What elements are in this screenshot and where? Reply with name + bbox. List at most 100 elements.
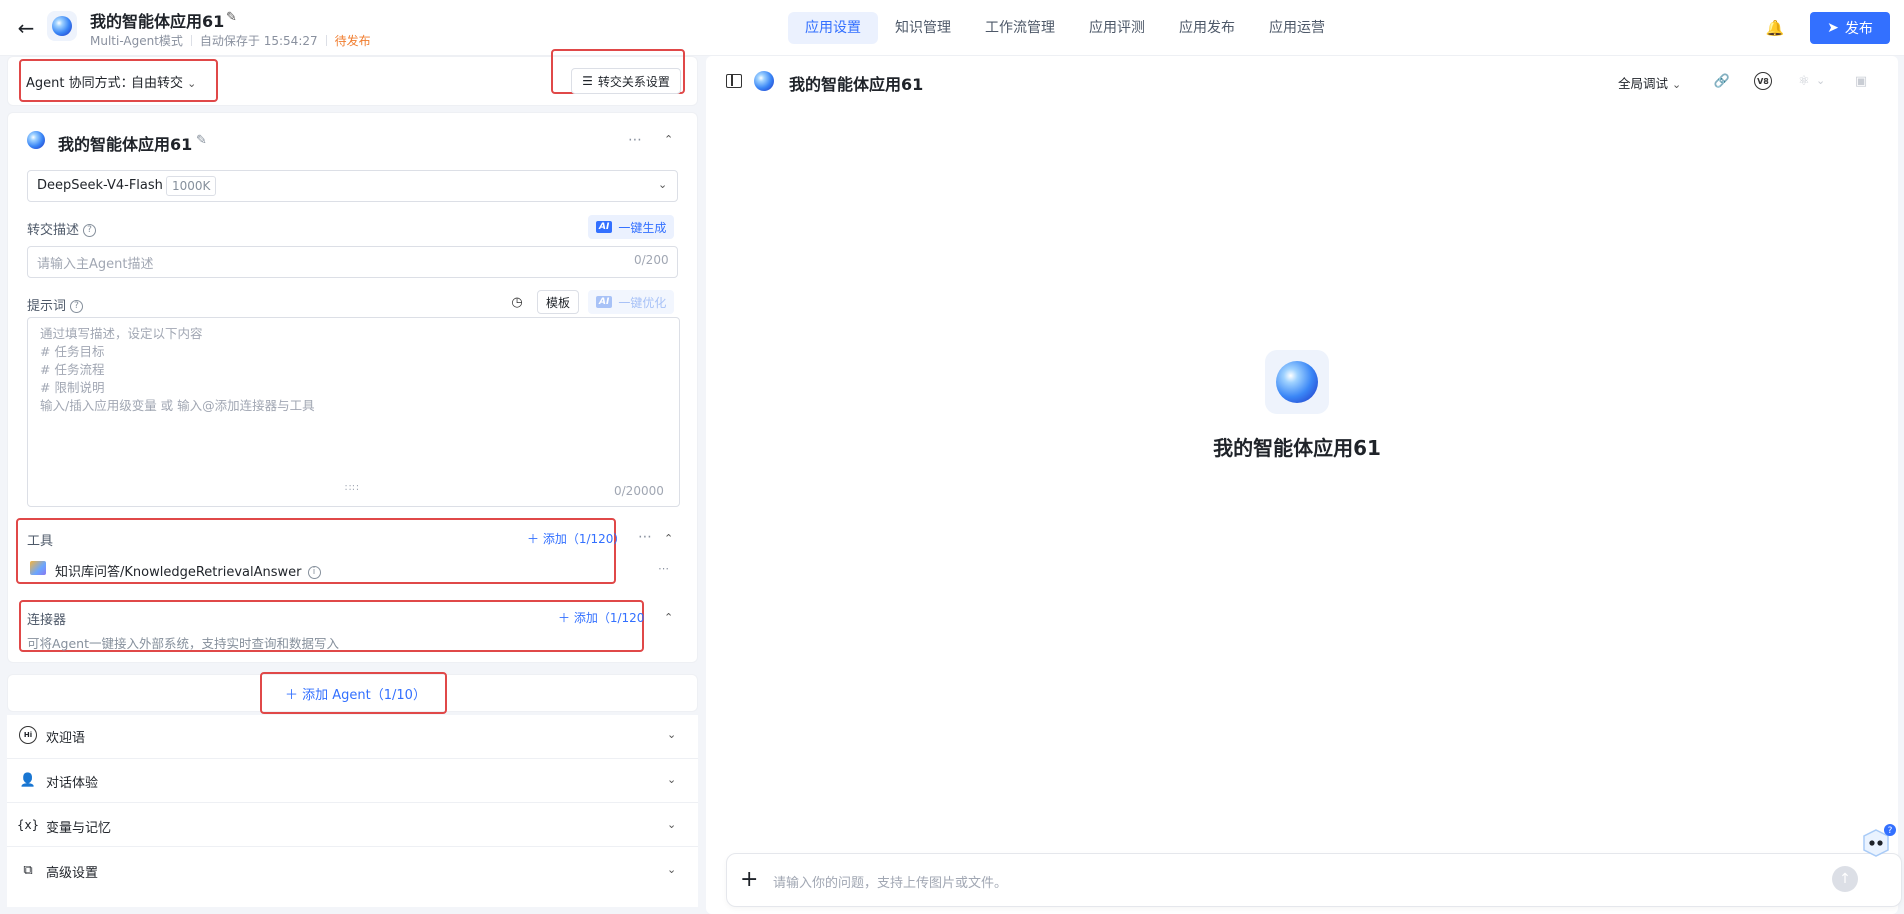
agent-avatar: [27, 131, 47, 151]
template-button[interactable]: 模板: [537, 290, 579, 314]
tab-evaluation[interactable]: 应用评测: [1072, 12, 1162, 44]
send-icon: ➤: [1827, 20, 1839, 36]
tab-app-settings[interactable]: 应用设置: [788, 12, 878, 44]
transfer-settings-label: 转交关系设置: [597, 74, 670, 89]
accordion-chat-experience[interactable]: [7, 759, 698, 803]
debug-mode-label: 全局调试: [1618, 76, 1669, 91]
tool-item-label: 知识库问答/KnowledgeRetrievalAnswer: [55, 565, 302, 580]
agent-name: 我的智能体应用61: [58, 135, 193, 154]
add-tool-label: 添加（1/120）: [542, 532, 626, 546]
app-logo: [47, 11, 77, 41]
svg-text:?: ?: [1888, 826, 1893, 836]
help-icon[interactable]: ?: [70, 300, 84, 313]
chevron-up-icon[interactable]: ⌃: [664, 532, 673, 545]
handoff-label-text: 转交描述: [27, 223, 80, 238]
assistant-bot-icon[interactable]: ?: [1858, 822, 1898, 862]
info-icon[interactable]: i: [307, 566, 321, 579]
handoff-count: 0/200: [634, 253, 669, 267]
add-connector-button[interactable]: ＋ 添加（1/120: [558, 609, 644, 626]
chevron-down-icon: ⌄: [667, 773, 677, 786]
autosave-label: 自动保存于 15:54:27: [199, 34, 318, 48]
accordion-label: 变量与记忆: [46, 821, 112, 836]
publish-button[interactable]: ➤ 发布: [1810, 12, 1890, 44]
prompt-label-text: 提示词: [27, 299, 67, 314]
collab-label: Agent 协同方式：: [26, 76, 134, 91]
chevron-down-icon: ⌄: [667, 728, 677, 741]
connector-description: 可将Agent一键接入外部系统，支持实时查询和数据写入: [27, 636, 340, 651]
history-icon[interactable]: ◷: [508, 293, 526, 311]
accordion-label: 欢迎语: [46, 731, 86, 746]
more-icon[interactable]: ⋯: [638, 529, 653, 545]
send-arrow-icon[interactable]: ↑: [1832, 866, 1858, 892]
center-title: 我的智能体应用61: [1213, 436, 1381, 460]
clean-icon[interactable]: ⚛: [1795, 72, 1813, 90]
collab-mode-value: 自由转交: [131, 76, 184, 91]
add-agent-button[interactable]: ＋ 添加 Agent（1/10）: [285, 684, 426, 703]
knowledge-tool-icon: [30, 561, 46, 575]
link-icon[interactable]: 🔗: [1713, 72, 1731, 90]
back-arrow-icon[interactable]: ←: [14, 16, 38, 40]
add-tool-button[interactable]: ＋ 添加（1/120）: [527, 530, 625, 547]
chevron-up-icon[interactable]: ⌃: [664, 133, 673, 146]
chevron-down-icon: ⌄: [187, 77, 197, 90]
optimize-button[interactable]: AI 一键优化: [588, 290, 675, 314]
optimize-label: 一键优化: [618, 295, 667, 310]
prompt-count: 0/20000: [614, 484, 664, 498]
accordion-advanced[interactable]: [7, 847, 698, 907]
divider: [190, 35, 192, 46]
chevron-down-icon: ⌄: [1816, 74, 1826, 87]
accordion-label: 对话体验: [46, 776, 99, 791]
tool-item[interactable]: 知识库问答/KnowledgeRetrievalAnswer i: [55, 561, 321, 580]
connector-label: 连接器: [27, 613, 67, 628]
app-title: 我的智能体应用61: [90, 12, 225, 31]
help-icon[interactable]: ?: [83, 224, 97, 237]
app-subtitle: Multi-Agent模式 自动保存于 15:54:27 待发布: [90, 32, 371, 49]
collab-mode-select[interactable]: 自由转交 ⌄: [131, 72, 196, 91]
publish-label: 发布: [1844, 21, 1873, 37]
handoff-label: 转交描述?: [27, 219, 97, 238]
chevron-down-icon: ⌄: [658, 178, 668, 191]
preview-title: 我的智能体应用61: [789, 75, 924, 94]
preview-logo: [754, 71, 774, 91]
more-icon[interactable]: ⋯: [658, 562, 670, 575]
generate-button[interactable]: AI 一键生成: [588, 215, 675, 239]
tab-operations[interactable]: 应用运营: [1252, 12, 1342, 44]
ai-icon: AI: [596, 296, 613, 308]
layout-icon[interactable]: ▣: [1852, 72, 1870, 90]
resize-grip-icon[interactable]: ∷∷: [345, 483, 360, 494]
plus-icon[interactable]: +: [740, 867, 758, 892]
transfer-settings-button[interactable]: ☰ 转交关系设置: [571, 68, 681, 94]
accordion-greeting[interactable]: [7, 715, 698, 759]
preview-panel: [706, 56, 1898, 914]
chevron-down-icon: ⌄: [1672, 78, 1682, 91]
chevron-down-icon: ⌄: [667, 818, 677, 831]
accordion-label: 高级设置: [46, 866, 99, 881]
sliders-icon: ☰: [582, 74, 593, 88]
edit-icon[interactable]: ✎: [196, 133, 207, 148]
debug-mode-select[interactable]: 全局调试 ⌄: [1618, 73, 1681, 92]
handoff-placeholder: 请输入主Agent描述: [37, 257, 154, 272]
tab-workflow[interactable]: 工作流管理: [968, 12, 1072, 44]
generate-label: 一键生成: [618, 220, 667, 235]
status-badge: 待发布: [334, 34, 371, 48]
add-connector-label: 添加（1/120: [573, 611, 645, 625]
ai-icon: AI: [596, 221, 613, 233]
tools-label: 工具: [27, 534, 54, 549]
tab-knowledge[interactable]: 知识管理: [878, 12, 968, 44]
add-agent-label: 添加 Agent（1/10）: [302, 688, 426, 703]
user-chat-icon: 👤: [19, 772, 37, 788]
pencil-edit-icon[interactable]: ✎: [226, 10, 237, 25]
prompt-label: 提示词?: [27, 295, 84, 314]
model-name: DeepSeek-V4-Flash: [37, 178, 163, 193]
bell-icon[interactable]: 🔔: [1765, 18, 1785, 38]
more-icon[interactable]: ⋯: [628, 132, 643, 148]
prompt-placeholder: 通过填写描述，设定以下内容 # 任务目标 # 任务流程 # 限制说明 输入/插入…: [40, 326, 315, 413]
settings-copy-icon: ⧉: [23, 862, 33, 878]
tab-publishing[interactable]: 应用发布: [1162, 12, 1252, 44]
chevron-up-icon[interactable]: ⌃: [664, 611, 673, 624]
chat-input-placeholder: 请输入你的问题，支持上传图片或文件。: [773, 876, 1008, 891]
divider: [325, 35, 327, 46]
sidebar-toggle-icon[interactable]: [726, 74, 742, 88]
version-badge-icon[interactable]: V8: [1754, 72, 1772, 90]
main-tabs: 应用设置 知识管理 工作流管理 应用评测 应用发布 应用运营: [788, 12, 1342, 44]
